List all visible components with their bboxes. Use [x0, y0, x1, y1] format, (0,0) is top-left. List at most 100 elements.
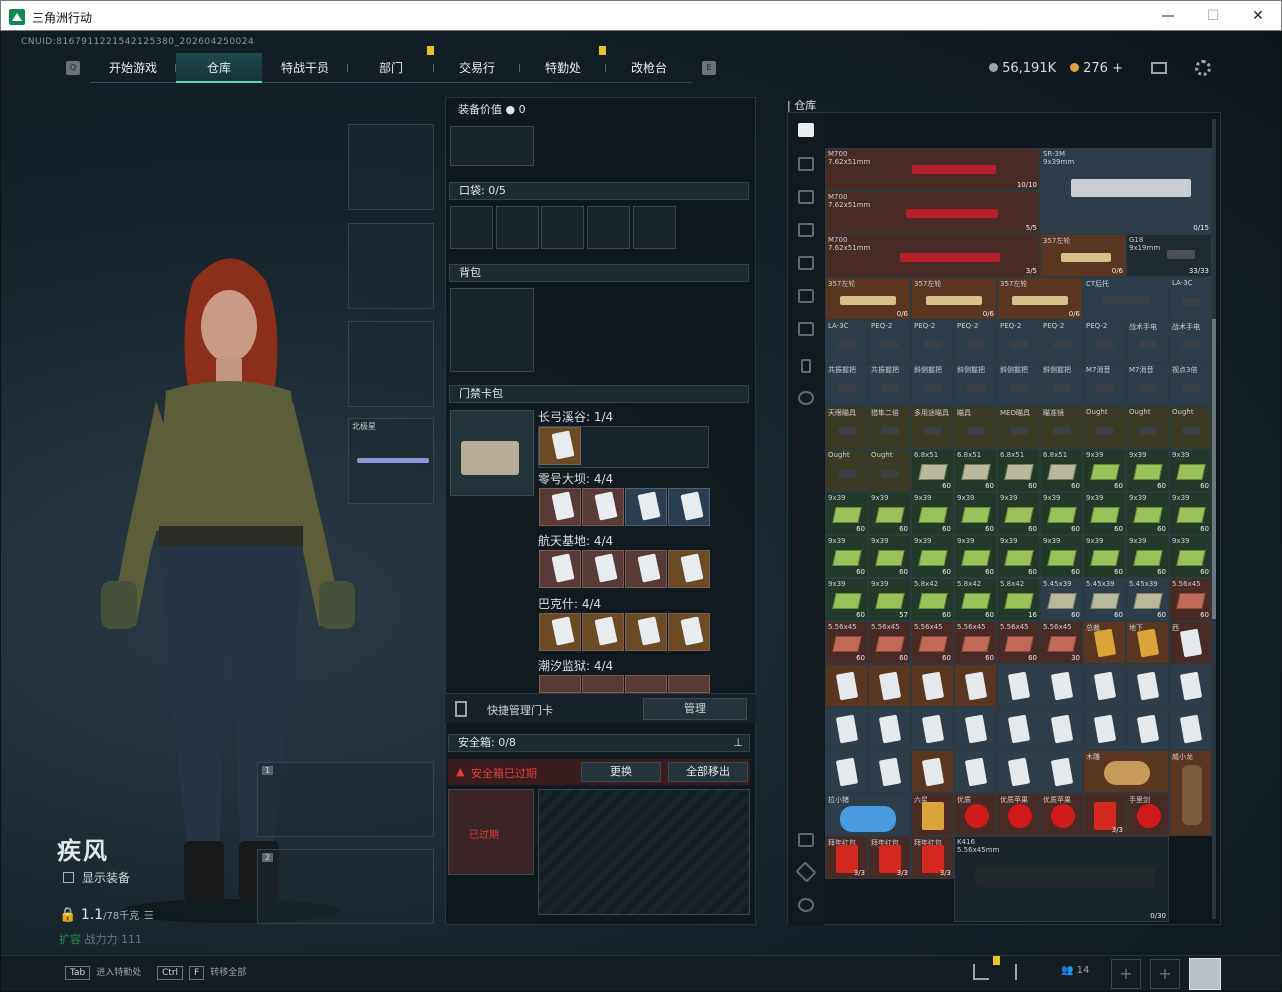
item-ammo[interactable]: 9x39 60	[954, 535, 997, 578]
item-k416[interactable]: K416 5.56x45mm 0/30	[954, 836, 1169, 922]
pocket-slot[interactable]	[633, 206, 676, 249]
item-attachment[interactable]: PEQ-2	[868, 320, 911, 363]
item-attachment[interactable]: 斜侧握把	[954, 363, 997, 406]
item-ammo[interactable]: 5.45x39 60	[1126, 578, 1169, 621]
item-keycard[interactable]	[997, 707, 1040, 750]
nav-next-icon[interactable]: E	[702, 61, 716, 75]
item-scope[interactable]: 猎隼二倍	[868, 406, 911, 449]
item-ammo[interactable]: 9x39 60	[997, 492, 1040, 535]
item-scope[interactable]: Ought	[1126, 406, 1169, 449]
keycard-item[interactable]	[625, 675, 667, 693]
tab-warehouse[interactable]: 仓库	[176, 53, 262, 83]
item-keycard[interactable]	[868, 664, 911, 707]
pocket-slot[interactable]	[496, 206, 539, 249]
item-scope[interactable]: Ought	[825, 449, 868, 492]
warehouse-tab-icon[interactable]	[798, 157, 814, 171]
item-attachment[interactable]: 斜侧握把	[997, 363, 1040, 406]
item-ammo[interactable]: 9x39 60	[825, 492, 868, 535]
keycard-item[interactable]	[625, 613, 667, 651]
item-apple[interactable]: 手里剑	[1126, 793, 1169, 836]
item-attachment[interactable]: PEQ-2	[1083, 320, 1126, 363]
primary-weapon-slot-2[interactable]: 2	[257, 849, 434, 924]
item-ammo[interactable]: 5.56x45 60	[825, 621, 868, 664]
keycard-item[interactable]	[582, 675, 624, 693]
tab-start-game[interactable]: 开始游戏	[90, 53, 176, 83]
item-red-envelope[interactable]: 拜年红包 3/3	[911, 836, 954, 879]
item-keycard[interactable]	[911, 664, 954, 707]
keycard-item[interactable]	[582, 613, 624, 651]
item-scope[interactable]: Ought	[1169, 406, 1212, 449]
item-ammo[interactable]: 5.56x45 60	[868, 621, 911, 664]
item-attachment[interactable]: PEQ-2	[1040, 320, 1083, 363]
maximize-button[interactable]: ☐	[1199, 5, 1227, 27]
keycard-item[interactable]	[539, 550, 581, 588]
item-red-envelope[interactable]: 拜年红包 3/3	[825, 836, 868, 879]
item-ammo[interactable]: 5.8x42 60	[954, 578, 997, 621]
item-envelope[interactable]: 六星	[911, 793, 954, 836]
item-keycard[interactable]	[1169, 664, 1212, 707]
item-keycard[interactable]	[954, 750, 997, 793]
minimize-button[interactable]: —	[1154, 5, 1182, 27]
item-g18[interactable]: G18 9x19mm 33/33	[1126, 234, 1212, 277]
stack-icon[interactable]	[795, 861, 817, 883]
item-ammo[interactable]: 9x39 60	[825, 578, 868, 621]
primary-weapon-slot-1[interactable]: 1	[257, 762, 434, 837]
item-ammo[interactable]: 9x39 60	[1040, 535, 1083, 578]
item-ammo[interactable]: 9x39 60	[1126, 492, 1169, 535]
item-scope[interactable]: 天眼瞄具	[825, 406, 868, 449]
item-attachment[interactable]: LA-3C	[825, 320, 868, 363]
item-keycard[interactable]	[1040, 707, 1083, 750]
invite-slot-button[interactable]: +	[1111, 959, 1141, 989]
item-apple[interactable]: 优质苹果	[1040, 793, 1083, 836]
item-ammo[interactable]: 5.56x45 60	[911, 621, 954, 664]
item-attachment[interactable]: 斜侧握把	[1040, 363, 1083, 406]
item-apple[interactable]: 优质	[954, 793, 997, 836]
item-m700[interactable]: M700 7.62x51mm 5/5	[825, 191, 1040, 234]
item-keycard[interactable]: 西	[1169, 621, 1212, 664]
warehouse-tab-all-icon[interactable]	[798, 123, 814, 137]
item-357-revolver[interactable]: 357左轮 0/6	[911, 277, 997, 320]
keycard-item[interactable]	[539, 613, 581, 651]
move-all-out-button[interactable]: 全部移出	[668, 762, 748, 782]
tab-special-ops[interactable]: 特勤处	[520, 46, 606, 83]
item-keycard[interactable]	[1083, 707, 1126, 750]
warehouse-tab-icon[interactable]	[798, 322, 814, 336]
item-red-envelope[interactable]: 3/3	[1083, 793, 1126, 836]
item-scope[interactable]: Ought	[868, 449, 911, 492]
item-ammo[interactable]: 9x39 60	[1169, 492, 1212, 535]
keycard-item[interactable]	[668, 613, 710, 651]
pistol-slot[interactable]	[348, 321, 434, 407]
pin-icon[interactable]: ⊥	[733, 735, 743, 751]
item-keycard[interactable]	[1126, 664, 1169, 707]
item-ammo[interactable]: 5.8x42 16	[997, 578, 1040, 621]
item-ammo[interactable]: 6.8x51 60	[1040, 449, 1083, 492]
item-attachment[interactable]: 斜侧握把	[911, 363, 954, 406]
item-keycard[interactable]	[911, 707, 954, 750]
hotkey-special-ops[interactable]: Tab 进入特勤处	[65, 965, 141, 980]
item-attachment[interactable]: M7消音	[1083, 363, 1126, 406]
item-keycard[interactable]	[997, 664, 1040, 707]
tab-operators[interactable]: 特战干员	[262, 53, 348, 83]
pocket-slot[interactable]	[450, 206, 493, 249]
item-sr3m[interactable]: SR-3M 9x39mm 0/15	[1040, 148, 1212, 234]
item-keycard[interactable]	[954, 664, 997, 707]
pocket-slot[interactable]	[541, 206, 584, 249]
replace-button[interactable]: 更换	[581, 762, 661, 782]
item-keycard[interactable]	[1083, 664, 1126, 707]
item-keycard[interactable]	[825, 707, 868, 750]
item-scope[interactable]: Ought	[1083, 406, 1126, 449]
warehouse-tab-icon[interactable]	[798, 256, 814, 270]
warehouse-tab-icon[interactable]	[798, 289, 814, 303]
item-keycard[interactable]: 地下	[1126, 621, 1169, 664]
item-attachment[interactable]: 共振握把	[825, 363, 868, 406]
item-pig[interactable]: 拉小猪	[825, 793, 911, 836]
item-scope[interactable]: 瞄准镜	[1040, 406, 1083, 449]
item-ammo[interactable]: 9x39 57	[868, 578, 911, 621]
item-keycard[interactable]	[997, 750, 1040, 793]
flag-icon[interactable]	[1015, 964, 1029, 980]
item-ammo[interactable]: 9x39 60	[997, 535, 1040, 578]
item-wood-carving[interactable]: 木雕	[1083, 750, 1169, 793]
show-equipment-toggle[interactable]: 显示装备	[63, 869, 130, 886]
player-avatar[interactable]	[1189, 958, 1221, 990]
item-357-revolver[interactable]: 357左轮 0/6	[1040, 234, 1126, 277]
